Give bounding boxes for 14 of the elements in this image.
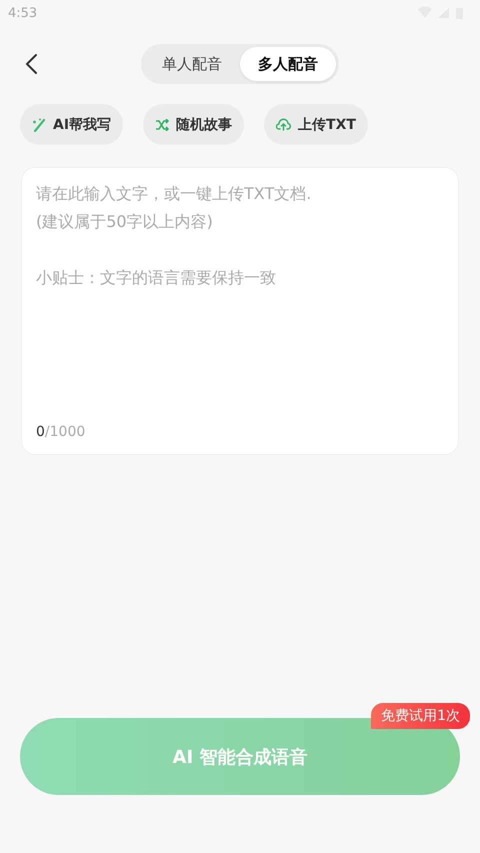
magic-wand-icon [32, 118, 46, 132]
character-counter: 0/1000 [36, 424, 86, 440]
text-input-field[interactable]: 请在此输入文字，或一键上传TXT文档. (建议属于50字以上内容) 小贴士：文字的语言需要保持一致 [36, 180, 444, 424]
cloud-upload-icon [276, 118, 292, 131]
mode-tab[interactable]: 多人配音 [240, 47, 336, 81]
mode-tab[interactable]: 单人配音 [144, 47, 240, 81]
action-chip[interactable]: 随机故事 [143, 104, 244, 145]
shuffle-icon [155, 118, 170, 130]
status-time: 4:53 [8, 6, 38, 20]
free-trial-badge: 免费试用1次 [371, 703, 470, 729]
back-icon [24, 53, 38, 75]
action-chip[interactable]: AI帮我写 [20, 104, 124, 145]
action-chip[interactable]: 上传TXT [264, 104, 368, 145]
text-input-field[interactable]: 请在此输入文字，或一键上传TXT文档. (建议属于50字以上内容) 小贴士：文字的语言需要保持一致 0/1000 [21, 167, 459, 455]
